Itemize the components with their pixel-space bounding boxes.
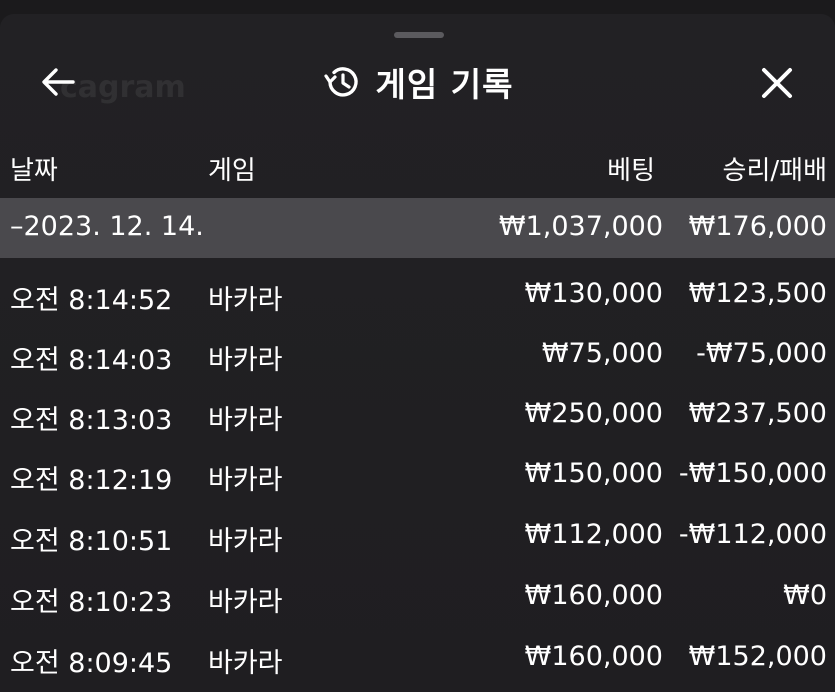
table-row[interactable]: 오전 8:14:52 바카라 ₩130,000 ₩123,500: [0, 264, 835, 324]
header: 게임 기록: [0, 50, 835, 114]
table-row[interactable]: 오전 8:09:45 바카라 ₩160,000 ₩152,000: [0, 627, 835, 687]
row-result: -₩150,000: [678, 458, 827, 489]
column-header-bet: 베팅: [607, 156, 655, 186]
row-game: 바카라: [208, 648, 283, 679]
row-result: -₩75,000: [696, 338, 827, 369]
row-time: 오전 8:10:23: [10, 587, 173, 618]
column-header-game: 게임: [208, 156, 256, 186]
table-row[interactable]: 오전 8:12:19 바카라 ₩150,000 -₩150,000: [0, 444, 835, 504]
row-time: 오전 8:12:19: [10, 465, 173, 496]
date-group-result-total: ₩176,000: [688, 211, 827, 242]
column-header-result: 승리/패배: [722, 156, 827, 186]
row-time: 오전 8:09:45: [10, 648, 173, 679]
date-group-label: –2023. 12. 14.: [10, 211, 204, 242]
row-time: 오전 8:14:03: [10, 345, 173, 376]
row-result: ₩0: [783, 580, 827, 611]
date-group-row[interactable]: –2023. 12. 14. ₩1,037,000 ₩176,000: [0, 198, 835, 258]
row-bet: ₩160,000: [524, 580, 663, 611]
row-bet: ₩112,000: [524, 519, 663, 550]
row-time: 오전 8:10:51: [10, 526, 173, 557]
column-header-date: 날짜: [10, 156, 58, 186]
close-icon: [762, 68, 792, 98]
row-game: 바카라: [208, 587, 283, 618]
page-title: 게임 기록: [375, 65, 514, 104]
row-time: 오전 8:13:03: [10, 405, 173, 436]
drag-handle[interactable]: [394, 32, 444, 38]
title-group: 게임 기록: [0, 60, 835, 104]
row-bet: ₩75,000: [541, 338, 663, 369]
row-game: 바카라: [208, 465, 283, 496]
history-clock-icon: [323, 67, 358, 97]
table-row[interactable]: 오전 8:10:23 바카라 ₩160,000 ₩0: [0, 566, 835, 626]
row-game: 바카라: [208, 345, 283, 376]
row-bet: ₩130,000: [524, 278, 663, 309]
row-bet: ₩160,000: [524, 641, 663, 672]
table-row[interactable]: 오전 8:14:03 바카라 ₩75,000 -₩75,000: [0, 324, 835, 384]
row-game: 바카라: [208, 405, 283, 436]
date-group-bet-total: ₩1,037,000: [498, 211, 663, 242]
row-result: ₩237,500: [688, 398, 827, 429]
row-result: -₩112,000: [678, 519, 827, 550]
row-game: 바카라: [208, 285, 283, 316]
table-row[interactable]: 오전 8:13:03 바카라 ₩250,000 ₩237,500: [0, 384, 835, 444]
row-bet: ₩150,000: [524, 458, 663, 489]
close-button[interactable]: [752, 58, 802, 108]
row-bet: ₩250,000: [524, 398, 663, 429]
table-row[interactable]: 오전 8:10:51 바카라 ₩112,000 -₩112,000: [0, 505, 835, 565]
row-result: ₩123,500: [688, 278, 827, 309]
row-time: 오전 8:14:52: [10, 285, 173, 316]
row-result: ₩152,000: [688, 641, 827, 672]
row-game: 바카라: [208, 526, 283, 557]
